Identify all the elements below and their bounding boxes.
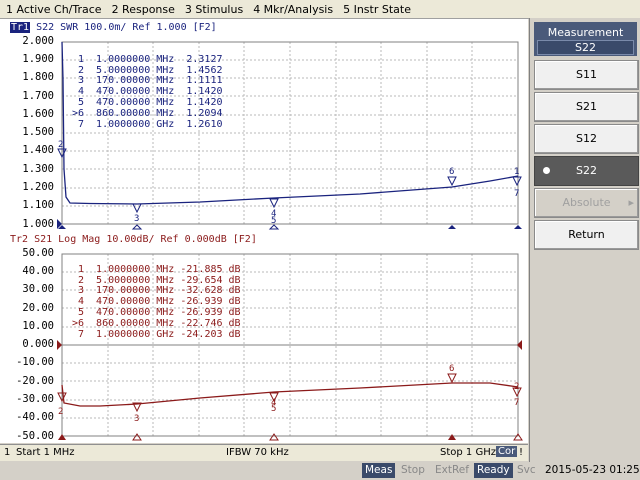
svg-text:2: 2 <box>58 140 63 150</box>
svg-text:7: 7 <box>514 189 519 199</box>
svg-text:6: 6 <box>449 364 454 374</box>
trace2-axis-marker <box>58 434 66 440</box>
trace1-axis-marker <box>514 225 522 229</box>
svg-text:5: 5 <box>271 216 276 226</box>
svg-text:2: 2 <box>514 382 519 392</box>
channel-status-bar: 1 Start 1 MHz IFBW 70 kHz Stop 1 GHz Cor… <box>0 444 528 461</box>
trace1-axis-marker <box>448 225 456 229</box>
menu-instr-state[interactable]: 5 Instr State <box>343 3 411 16</box>
trace1-panel[interactable]: Tr1 S22 SWR 100.0m/ Ref 1.000 [F2] 2.000… <box>0 19 528 231</box>
svg-text:5: 5 <box>271 404 276 414</box>
status-meas: Meas <box>362 463 396 478</box>
selected-indicator-icon <box>543 167 550 174</box>
status-datetime: 2015-05-23 01:25 <box>545 464 640 476</box>
svg-text:2: 2 <box>58 407 63 417</box>
status-extref: ExtRef <box>435 464 469 476</box>
softkey-s12[interactable]: S12 <box>534 124 639 154</box>
trace2-marker-table: 1 1.0000000 MHz -21.885 dB 2 5.0000000 MH… <box>66 254 241 362</box>
status-svc: Svc <box>517 464 536 476</box>
svg-text:7: 7 <box>514 398 519 408</box>
status-ifbw[interactable]: IFBW 70 kHz <box>226 447 289 458</box>
softkey-panel: Measurement S22 S11 S21 S12 S22 Absolute… <box>529 18 640 462</box>
softkey-s22[interactable]: S22 <box>534 156 639 186</box>
status-flag: ! <box>519 447 524 458</box>
svg-text:3: 3 <box>134 414 139 424</box>
chevron-right-icon: ▸ <box>628 196 634 209</box>
softkey-title: Measurement S22 <box>534 22 637 56</box>
trace2-panel[interactable]: Tr2 S21 Log Mag 10.00dB/ Ref 0.000dB [F2… <box>0 231 528 443</box>
trace1-axis-marker <box>131 224 143 230</box>
trace1-marker-3 <box>132 203 142 214</box>
marker-row: 7 1.0000000 GHz 1.2610 <box>77 118 223 130</box>
trace2-axis-marker <box>513 433 523 441</box>
svg-text:3: 3 <box>134 214 139 224</box>
trace1-marker-7 <box>512 176 522 187</box>
softkey-absolute[interactable]: Absolute ▸ <box>534 188 639 218</box>
svg-text:6: 6 <box>449 167 454 177</box>
softkey-s22-label: S22 <box>576 164 597 177</box>
instrument-status-bar: Meas Stop ExtRef Ready Svc 2015-05-23 01… <box>0 462 640 480</box>
status-start-freq[interactable]: Start 1 MHz <box>16 447 75 458</box>
status-channel-number: 1 <box>4 447 11 458</box>
status-stop: Stop <box>401 464 425 476</box>
trace2-axis-marker <box>269 433 279 441</box>
trace2-ref-arrow-left <box>57 340 62 350</box>
softkey-s21[interactable]: S21 <box>534 92 639 122</box>
marker-row: 7 1.0000000 GHz -24.203 dB <box>77 328 241 340</box>
trace2-axis-marker <box>448 434 456 440</box>
status-stop-freq[interactable]: Stop 1 GHz <box>440 447 496 458</box>
trace1-marker-table: 1 1.0000000 MHz 2.3127 2 5.0000000 MHz 1.… <box>66 44 223 152</box>
trace2-axis-marker <box>132 433 142 441</box>
menu-bar: 1 Active Ch/Trace 2 Response 3 Stimulus … <box>0 0 640 19</box>
status-ready: Ready <box>474 463 513 478</box>
menu-stimulus[interactable]: 3 Stimulus <box>185 3 243 16</box>
menu-mkr-analysis[interactable]: 4 Mkr/Analysis <box>253 3 333 16</box>
menu-active-ch-trace[interactable]: 1 Active Ch/Trace <box>6 3 102 16</box>
menu-response[interactable]: 2 Response <box>112 3 175 16</box>
svg-text:1: 1 <box>514 167 519 177</box>
trace1-marker-6 <box>447 176 457 187</box>
softkey-title-label: Measurement <box>547 26 624 39</box>
softkey-absolute-label: Absolute <box>562 196 611 209</box>
status-cor-badge: Cor <box>496 446 518 457</box>
softkey-return[interactable]: Return <box>534 220 639 250</box>
softkey-current-value: S22 <box>537 40 634 55</box>
softkey-s11[interactable]: S11 <box>534 60 639 90</box>
